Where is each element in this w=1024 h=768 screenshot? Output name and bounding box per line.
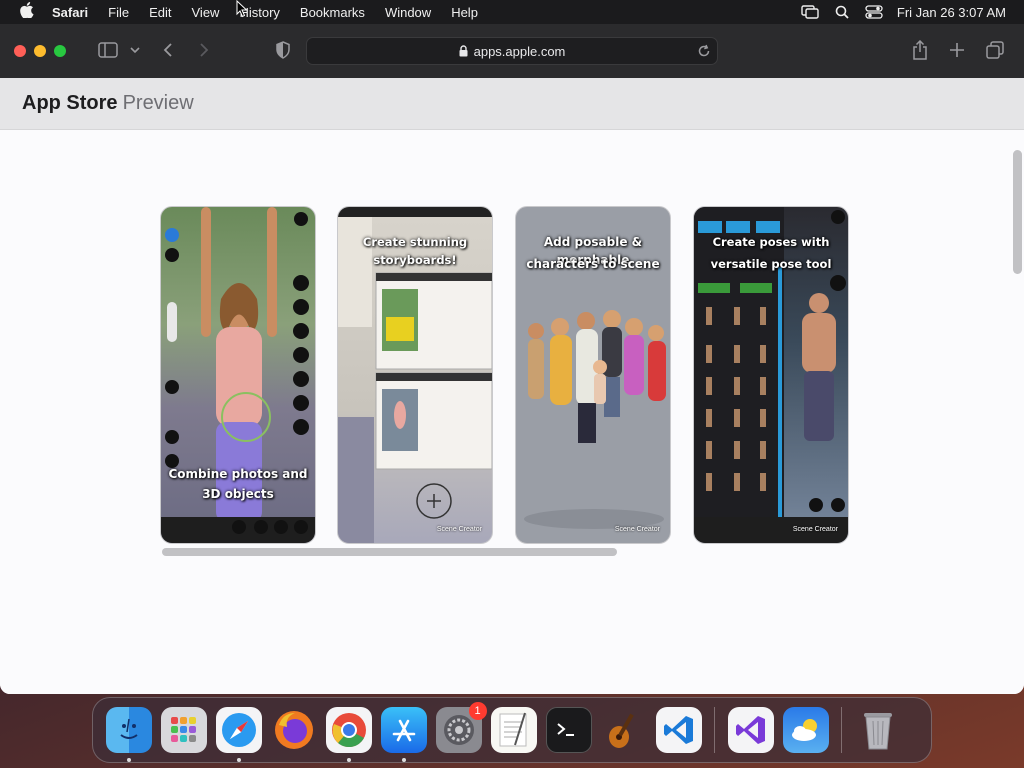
dock-system-settings[interactable]: 1 [435,702,487,753]
forward-icon[interactable] [198,42,210,58]
tab-overview-icon[interactable] [986,41,1004,59]
screenshot-1[interactable]: Combine photos and 3D objects [160,206,316,544]
menu-window[interactable]: Window [375,5,441,20]
app-store-icon [392,719,415,742]
url-text: apps.apple.com [473,43,566,59]
zoom-button[interactable] [54,45,66,57]
safari-icon [221,713,256,747]
carousel-scroll-thumb[interactable] [162,548,617,556]
dock-terminal[interactable] [545,707,592,753]
screenshot-carousel[interactable]: Combine photos and 3D objects Create stu… [160,206,852,546]
finder-icon [119,718,138,739]
store-title: App Store [22,92,118,114]
browser-toolbar: apps.apple.com [0,24,1024,78]
running-indicator [126,758,131,762]
garageband-icon [608,713,634,748]
terminal-icon [556,723,574,736]
dock-app-store[interactable] [380,707,427,762]
running-indicator [236,758,241,762]
firefox-icon [274,711,313,749]
dock-separator [714,707,715,753]
screenshot-2[interactable]: Create stunning storyboards! Scene Creat… [337,206,493,544]
dock-launchpad[interactable] [160,707,207,753]
chrome-icon [331,713,366,748]
reload-icon[interactable] [697,44,711,61]
new-tab-icon[interactable] [949,42,965,58]
menu-file[interactable]: File [98,5,139,20]
chevron-down-icon[interactable] [130,46,140,54]
dock: 1 [92,697,932,763]
minimize-button[interactable] [34,45,46,57]
sidebar-icon[interactable] [98,42,118,58]
menu-view[interactable]: View [182,5,230,20]
app-store-header: App Store Preview [0,78,1024,130]
screen-mirroring-icon[interactable] [801,5,819,19]
dock-vscode[interactable] [655,707,702,753]
store-subtitle: Preview [122,92,194,114]
launchpad-icon [170,717,196,742]
dock-visual-studio[interactable] [727,707,774,753]
screenshot-3[interactable]: Add posable & morphable characters to sc… [515,206,671,544]
screenshot-2-caption-line-1: Create stunning storyboards! [362,235,468,267]
screenshot-1-caption-line-1: Combine photos and [168,467,308,481]
running-indicator [401,758,406,762]
dock-garageband[interactable] [601,707,647,753]
vscode-icon [663,716,693,744]
page-content: App Store Preview Combine photos and 3D … [0,78,1024,694]
window-controls [14,45,66,57]
dock-chrome[interactable] [325,707,372,762]
screenshot-4-caption-line-2: versatile pose tool [710,257,832,271]
control-center-icon[interactable] [865,5,883,19]
dock-safari[interactable] [215,707,262,762]
weather-icon [791,719,817,741]
address-bar[interactable]: apps.apple.com [306,37,718,65]
running-indicator [346,758,351,762]
mouse-cursor-icon [236,0,248,18]
apple-icon[interactable] [12,2,42,22]
dock-finder[interactable] [105,707,152,762]
notification-badge: 1 [468,702,487,720]
menu-edit[interactable]: Edit [139,5,181,20]
search-icon[interactable] [833,5,851,19]
visual-studio-icon [735,716,765,744]
lock-icon [459,45,468,57]
dock-firefox[interactable] [271,707,317,753]
textedit-icon [499,712,526,747]
screenshot-4-caption-line-1: Create poses with [712,235,830,249]
screenshot-4[interactable]: Create poses with versatile pose tool Sc… [693,206,849,544]
dock-textedit[interactable] [490,707,537,753]
screenshot-3-watermark: Scene Creator [614,526,660,533]
page-vertical-scrollbar[interactable] [1013,150,1022,274]
dock-trash[interactable] [855,707,901,753]
carousel-horizontal-scrollbar[interactable] [162,548,852,556]
trash-icon [863,713,892,750]
dock-separator [841,707,842,753]
screenshot-1-caption-line-2: 3D objects [202,487,274,501]
menu-help[interactable]: Help [441,5,488,20]
safari-window: apps.apple.com App Store Preview Combine… [0,24,1024,694]
back-icon[interactable] [162,42,174,58]
screenshot-3-caption-line-2: characters to scene [526,257,660,271]
close-button[interactable] [14,45,26,57]
menu-bookmarks[interactable]: Bookmarks [290,5,375,20]
menu-app-name[interactable]: Safari [42,5,98,20]
screenshot-4-watermark: Scene Creator [792,526,838,533]
screenshot-2-watermark: Scene Creator [436,526,482,533]
privacy-shield-icon[interactable] [275,41,291,59]
menu-clock[interactable]: Fri Jan 26 3:07 AM [897,5,1012,20]
dock-weather[interactable] [782,707,829,753]
menu-bar: Safari File Edit View History Bookmarks … [0,0,1024,24]
share-icon[interactable] [912,40,928,60]
